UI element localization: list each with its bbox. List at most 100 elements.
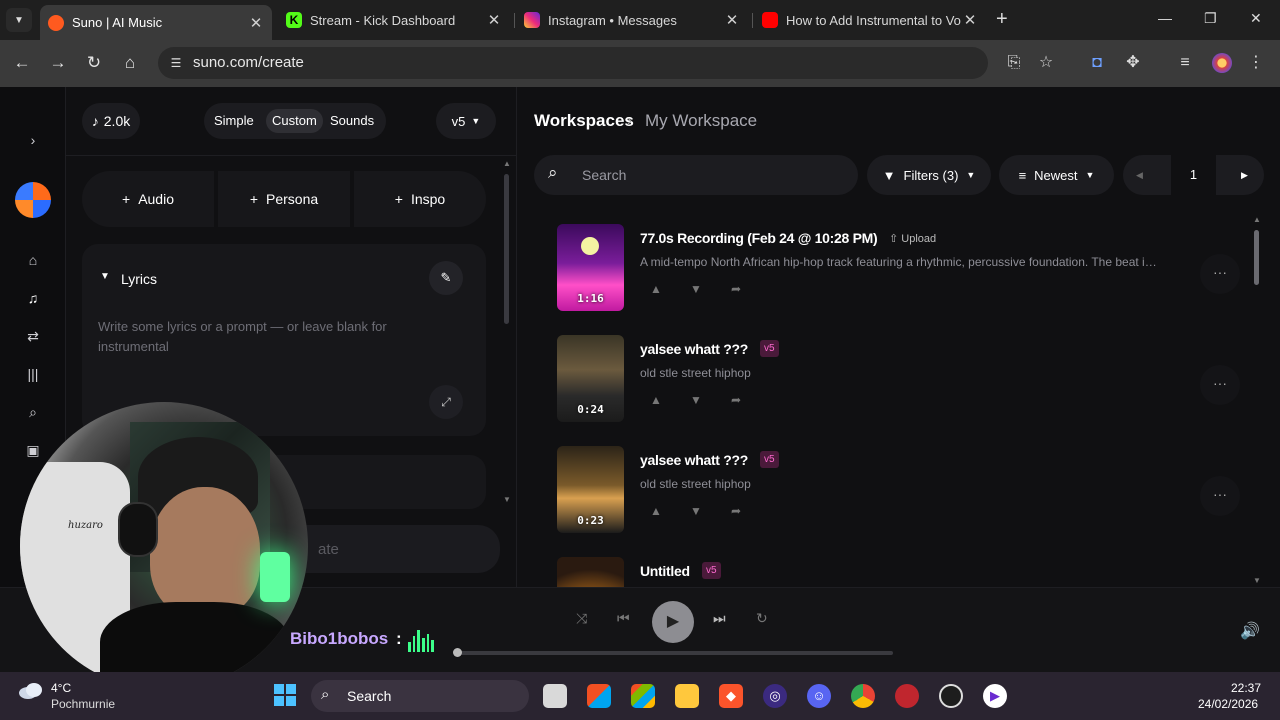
- play-button[interactable]: ▶: [652, 601, 694, 643]
- extensions-puzzle-icon[interactable]: ✥: [1121, 51, 1145, 75]
- breadcrumb-workspaces[interactable]: Workspaces: [534, 111, 634, 131]
- scroll-down-icon[interactable]: ▼: [503, 495, 511, 504]
- bookmark-star-icon[interactable]: ☆: [1034, 51, 1058, 75]
- song-row[interactable]: 1:16 77.0s Recording (Feb 24 @ 10:28 PM)…: [557, 224, 1257, 314]
- home-icon[interactable]: ⌂: [22, 249, 44, 271]
- song-row[interactable]: Untitled v5: [557, 557, 1257, 587]
- song-title[interactable]: 77.0s Recording (Feb 24 @ 10:28 PM): [640, 230, 878, 246]
- scroll-thumb[interactable]: [1254, 230, 1259, 285]
- chevron-down-icon[interactable]: ▼: [100, 271, 110, 282]
- create-scrollbar[interactable]: ▲ ▼: [503, 159, 511, 504]
- song-cover[interactable]: [557, 557, 624, 587]
- song-cover[interactable]: 0:23: [557, 446, 624, 533]
- share-icon[interactable]: ➦: [728, 504, 744, 520]
- taskbar-search[interactable]: ⌕ Search: [311, 680, 529, 712]
- task-view-icon[interactable]: [543, 684, 567, 708]
- tab-youtube[interactable]: How to Add Instrumental to Vo ✕: [754, 5, 986, 35]
- next-track-icon[interactable]: ⏭: [713, 610, 726, 627]
- tab-instagram[interactable]: Instagram • Messages ✕: [516, 5, 748, 35]
- lyrics-input[interactable]: Write some lyrics or a prompt — or leave…: [98, 317, 408, 357]
- progress-knob[interactable]: [453, 648, 462, 657]
- tab-close-icon[interactable]: ✕: [724, 11, 740, 29]
- progress-track[interactable]: [458, 651, 893, 655]
- media-player-icon[interactable]: ▶: [983, 684, 1007, 708]
- add-persona-button[interactable]: + Persona: [218, 171, 350, 227]
- media-control-icon[interactable]: ≡: [1173, 51, 1197, 75]
- add-audio-button[interactable]: + Audio: [82, 171, 214, 227]
- sort-button[interactable]: ≡ Newest ▼: [999, 155, 1114, 195]
- mode-simple[interactable]: Simple: [208, 109, 260, 133]
- forward-icon[interactable]: →: [46, 51, 70, 75]
- obs-icon[interactable]: [939, 684, 963, 708]
- like-icon[interactable]: ▲: [648, 393, 664, 409]
- studio-icon[interactable]: ⇄: [22, 325, 44, 347]
- song-cover[interactable]: 1:16: [557, 224, 624, 311]
- app-circle-icon[interactable]: ◎: [763, 684, 787, 708]
- back-icon[interactable]: ←: [10, 51, 34, 75]
- page-number[interactable]: 1: [1171, 155, 1216, 195]
- dislike-icon[interactable]: ▼: [688, 393, 704, 409]
- breadcrumb-current[interactable]: My Workspace: [645, 111, 757, 131]
- next-page-icon[interactable]: ▶: [1241, 170, 1248, 181]
- previous-track-icon[interactable]: ⏮: [617, 610, 630, 627]
- tab-kick[interactable]: K Stream - Kick Dashboard ✕: [278, 5, 510, 35]
- like-icon[interactable]: ▲: [648, 282, 664, 298]
- song-title[interactable]: yalsee whatt ???: [640, 452, 748, 468]
- file-explorer-icon[interactable]: [675, 684, 699, 708]
- shield-extension-icon[interactable]: ◘: [1085, 51, 1109, 75]
- tab-close-icon[interactable]: ✕: [486, 11, 502, 29]
- share-icon[interactable]: ➦: [728, 393, 744, 409]
- red-app-icon[interactable]: [895, 684, 919, 708]
- expand-icon[interactable]: ⤢: [429, 385, 463, 419]
- workspace-scrollbar[interactable]: ▲ ▼: [1253, 215, 1261, 585]
- notifications-icon[interactable]: ▣: [22, 439, 44, 461]
- brave-browser-icon[interactable]: ◆: [719, 684, 743, 708]
- share-icon[interactable]: ➦: [728, 282, 744, 298]
- address-bar[interactable]: ☰ suno.com/create: [158, 47, 988, 79]
- more-options-icon[interactable]: ···: [1200, 254, 1240, 294]
- more-options-icon[interactable]: ···: [1200, 476, 1240, 516]
- filters-button[interactable]: ▼ Filters (3) ▼: [867, 155, 991, 195]
- home-icon[interactable]: ⌂: [118, 51, 142, 75]
- like-icon[interactable]: ▲: [648, 504, 664, 520]
- windows-start-icon[interactable]: [273, 684, 297, 708]
- browser-menu-icon[interactable]: ⋮: [1244, 51, 1268, 75]
- library-icon[interactable]: |||: [22, 363, 44, 385]
- create-music-icon[interactable]: ♫: [22, 287, 44, 309]
- shuffle-icon[interactable]: ⤨: [576, 610, 587, 627]
- discord-icon[interactable]: ☺: [807, 684, 831, 708]
- magic-wand-icon[interactable]: ✎: [429, 261, 463, 295]
- version-select[interactable]: v5 ▼: [436, 103, 496, 139]
- expand-sidebar-icon[interactable]: ›: [22, 129, 44, 151]
- profile-avatar[interactable]: [1210, 51, 1234, 75]
- workspace-search[interactable]: ⌕ Search: [534, 155, 858, 195]
- dislike-icon[interactable]: ▼: [688, 504, 704, 520]
- scroll-up-icon[interactable]: ▲: [1253, 215, 1261, 224]
- widgets-icon[interactable]: [587, 684, 611, 708]
- reload-icon[interactable]: ↻: [82, 51, 106, 75]
- search-icon[interactable]: ⌕: [22, 401, 44, 423]
- close-window-icon[interactable]: ✕: [1250, 10, 1262, 27]
- prev-page-icon[interactable]: ◀: [1136, 170, 1143, 181]
- tab-close-icon[interactable]: ✕: [962, 11, 978, 29]
- tab-close-icon[interactable]: ✕: [248, 14, 264, 32]
- chrome-icon[interactable]: [851, 684, 875, 708]
- restore-icon[interactable]: ❐: [1204, 10, 1217, 27]
- site-info-icon[interactable]: ☰: [166, 53, 186, 73]
- repeat-icon[interactable]: ↻: [756, 610, 768, 627]
- add-inspo-button[interactable]: + Inspo: [354, 171, 486, 227]
- install-app-icon[interactable]: ⎘: [1002, 51, 1026, 75]
- credits-badge[interactable]: ♪ 2.0k: [82, 103, 140, 139]
- song-title[interactable]: Untitled: [640, 563, 690, 579]
- volume-icon[interactable]: 🔊: [1240, 621, 1260, 641]
- mode-custom[interactable]: Custom: [266, 109, 323, 133]
- new-tab-button[interactable]: +: [996, 8, 1008, 31]
- minimize-icon[interactable]: —: [1158, 10, 1172, 26]
- dislike-icon[interactable]: ▼: [688, 282, 704, 298]
- song-row[interactable]: 0:23 yalsee whatt ??? v5 old stle street…: [557, 446, 1257, 536]
- mode-sounds[interactable]: Sounds: [324, 109, 380, 133]
- scroll-down-icon[interactable]: ▼: [1253, 576, 1261, 585]
- tab-search-button[interactable]: ▼: [6, 8, 32, 32]
- more-options-icon[interactable]: ···: [1200, 365, 1240, 405]
- scroll-thumb[interactable]: [504, 174, 509, 324]
